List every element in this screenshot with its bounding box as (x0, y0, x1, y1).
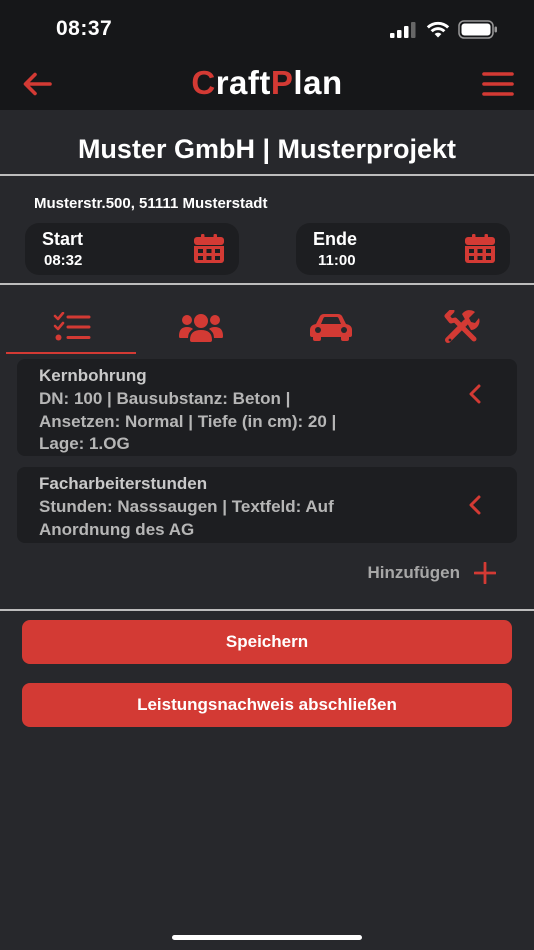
chevron-left-icon[interactable] (467, 495, 483, 515)
battery-icon (458, 20, 497, 39)
home-indicator (172, 935, 362, 940)
active-tab-indicator (6, 352, 136, 354)
add-item-button[interactable]: Hinzufügen (367, 562, 496, 584)
divider (0, 283, 534, 285)
tab-users[interactable] (135, 300, 267, 354)
status-time: 08:37 (56, 17, 113, 40)
divider (0, 174, 534, 176)
item-details: Stunden: Nasssaugen | Textfeld: Auf Anor… (39, 496, 439, 541)
project-address: Musterstr.500, 51111 Musterstadt (34, 195, 268, 212)
add-label: Hinzufügen (367, 563, 460, 582)
app-header: CraftPlan (0, 58, 534, 110)
checklist-icon (53, 312, 91, 341)
item-details: DN: 100 | Bausubstanz: Beton | Ansetzen:… (39, 388, 439, 456)
tab-checklist[interactable] (6, 300, 138, 354)
start-time-card[interactable]: Start 08:32 (25, 223, 239, 275)
logo-part: C (191, 64, 216, 101)
car-icon (310, 314, 352, 341)
list-item[interactable]: Facharbeiterstunden Stunden: Nasssaugen … (17, 467, 517, 543)
save-button[interactable]: Speichern (22, 620, 512, 664)
tools-icon (444, 310, 480, 343)
item-detail-line: Lage: 1.OG (39, 434, 130, 453)
item-detail-line: DN: 100 | Bausubstanz: Beton | (39, 389, 291, 408)
end-time-card[interactable]: Ende 11:00 (296, 223, 510, 275)
item-detail-line: Ansetzen: Normal | Tiefe (in cm): 20 | (39, 411, 337, 431)
tab-tools[interactable] (396, 300, 528, 354)
logo-part: P (270, 64, 294, 101)
item-title: Kernbohrung (39, 366, 147, 385)
list-item[interactable]: Kernbohrung DN: 100 | Bausubstanz: Beton… (17, 359, 517, 456)
tab-bar (0, 300, 534, 356)
item-detail-line: Stunden: Nasssaugen | Textfeld: Auf (39, 497, 334, 516)
item-title: Facharbeiterstunden (39, 474, 208, 493)
calendar-icon[interactable] (464, 234, 496, 264)
logo-part: raft (215, 64, 271, 101)
status-bar: 08:37 (0, 0, 534, 58)
tab-vehicle[interactable] (265, 300, 397, 354)
item-detail-line: Anordnung des AG (39, 519, 195, 539)
menu-button[interactable] (480, 66, 516, 102)
end-value: 11:00 (318, 252, 356, 269)
complete-report-button[interactable]: Leistungsnachweis abschließen (22, 683, 512, 727)
project-title: Muster GmbH | Musterprojekt (77, 134, 457, 164)
users-icon (179, 314, 223, 342)
signal-icon (390, 21, 416, 38)
plus-icon (474, 562, 496, 584)
hamburger-menu-icon (482, 72, 514, 96)
divider (0, 609, 534, 611)
wifi-icon (426, 21, 450, 38)
calendar-icon[interactable] (193, 234, 225, 264)
chevron-left-icon[interactable] (467, 384, 483, 404)
end-label: Ende (313, 229, 358, 249)
start-label: Start (42, 229, 84, 249)
logo-part: lan (293, 64, 343, 101)
app-logo: CraftPlan (0, 64, 534, 102)
start-value: 08:32 (44, 252, 83, 269)
